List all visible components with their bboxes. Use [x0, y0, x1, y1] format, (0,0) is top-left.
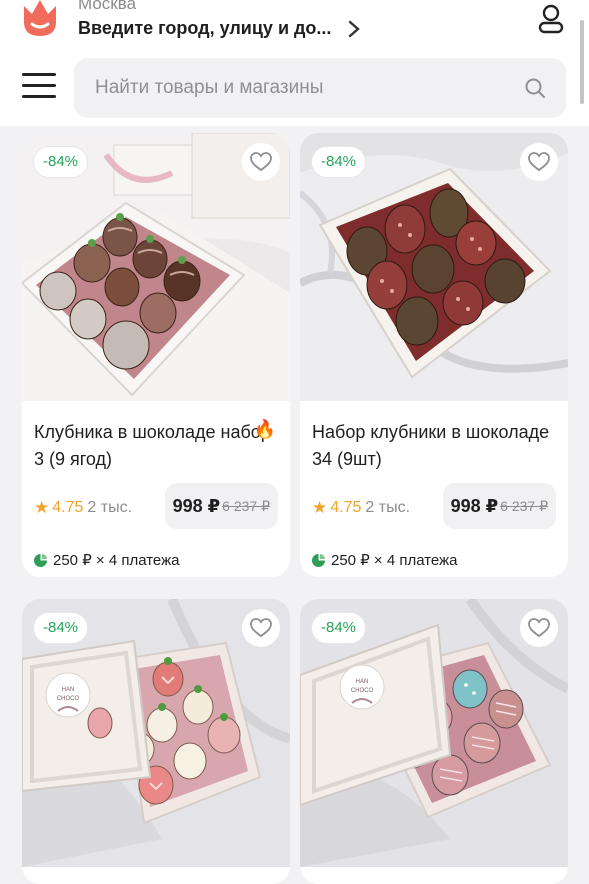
scrollbar[interactable]: [580, 20, 584, 104]
heart-icon: [250, 618, 272, 638]
star-icon: ★: [312, 498, 328, 517]
address-selector[interactable]: Введите город, улицу и до...: [78, 18, 361, 39]
box-label-top: HAN: [62, 687, 75, 693]
discount-badge: -84%: [34, 147, 88, 177]
tulip-logo-icon[interactable]: [20, 0, 60, 40]
product-title[interactable]: Клубника в шоколаде набор 3 (9 ягод): [34, 419, 274, 473]
profile-icon[interactable]: [537, 4, 565, 34]
price-box: 998 ₽ 6 237 ₽: [442, 483, 556, 529]
product-card[interactable]: -84% Набор клубники в шоколаде 34 (9шт) …: [300, 133, 568, 577]
rating-value: 4.75: [52, 499, 84, 516]
favorite-button[interactable]: [242, 609, 280, 647]
box-label-top: HAN: [356, 679, 369, 685]
fire-icon: 🔥: [253, 419, 276, 439]
product-card[interactable]: HAN CHOCO -84%: [22, 599, 290, 884]
search-bar[interactable]: Найти товары и магазины: [74, 58, 566, 118]
app-header: Москва Введите город, улицу и до... Найт…: [0, 0, 589, 126]
price-box: 998 ₽ 6 237 ₽: [164, 483, 278, 529]
review-count: 2 тыс.: [365, 499, 411, 516]
rating: ★ 4.75 2 тыс.: [34, 498, 132, 518]
heart-icon: [250, 152, 272, 172]
installment-icon: [312, 553, 325, 567]
favorite-button[interactable]: [242, 143, 280, 181]
chevron-right-icon: [349, 20, 361, 37]
product-card[interactable]: -84% Клубника в шоколаде набор 3 (9 ягод…: [22, 133, 290, 577]
installment-icon: [34, 553, 47, 567]
rating: ★ 4.75 2 тыс.: [312, 498, 410, 518]
heart-icon: [528, 152, 550, 172]
menu-icon[interactable]: [22, 73, 56, 103]
box-label-bottom: CHOCO: [57, 696, 80, 702]
discount-badge: -84%: [312, 613, 366, 643]
installment-text: 250 ₽ × 4 платежа: [331, 552, 458, 569]
old-price: 6 237 ₽: [222, 497, 270, 514]
search-input[interactable]: Найти товары и магазины: [95, 77, 524, 99]
old-price: 6 237 ₽: [500, 497, 548, 514]
price: 998 ₽: [172, 495, 221, 516]
price: 998 ₽: [450, 495, 499, 516]
discount-badge: -84%: [312, 147, 366, 177]
product-title[interactable]: Набор клубники в шоколаде 34 (9шт): [312, 419, 552, 473]
city-label: Москва: [78, 0, 137, 13]
box-label-bottom: CHOCO: [351, 688, 374, 694]
rating-value: 4.75: [330, 499, 362, 516]
installment-text: 250 ₽ × 4 платежа: [53, 552, 180, 569]
review-count: 2 тыс.: [87, 499, 133, 516]
product-card[interactable]: HAN CHOCO -84%: [300, 599, 568, 884]
favorite-button[interactable]: [520, 609, 558, 647]
heart-icon: [528, 618, 550, 638]
address-prompt: Введите город, улицу и до...: [78, 18, 332, 38]
installment-info: 250 ₽ × 4 платежа: [34, 551, 179, 569]
star-icon: ★: [34, 498, 50, 517]
search-icon[interactable]: [524, 77, 546, 99]
installment-info: 250 ₽ × 4 платежа: [312, 551, 457, 569]
discount-badge: -84%: [34, 613, 88, 643]
favorite-button[interactable]: [520, 143, 558, 181]
